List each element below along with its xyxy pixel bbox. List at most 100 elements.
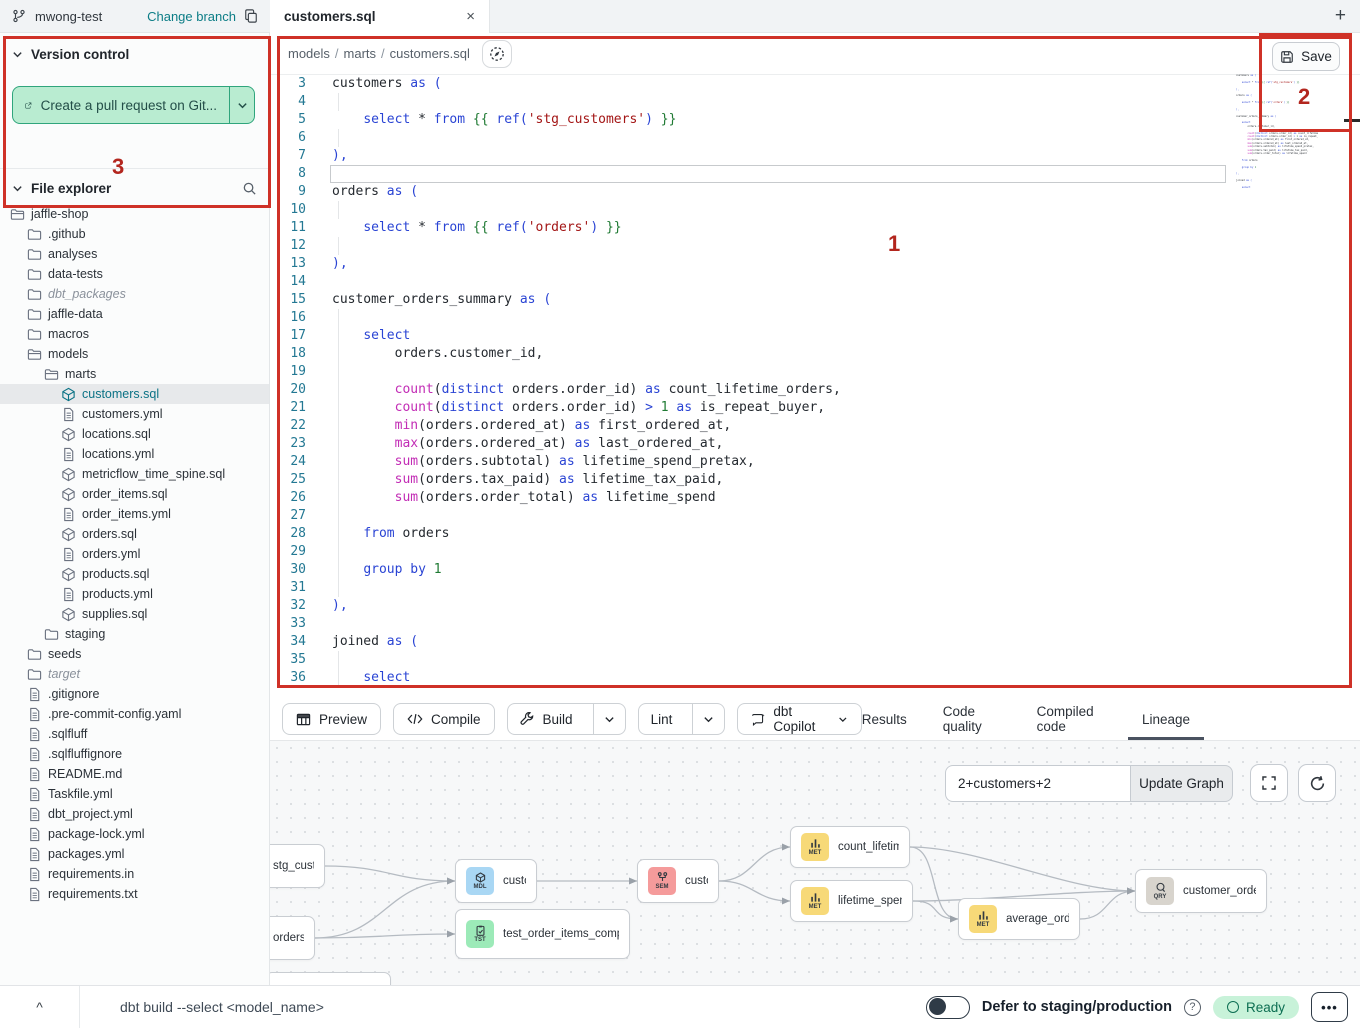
- file-tree-item--gitignore[interactable]: .gitignore: [0, 684, 269, 704]
- file-tree-item-dbt-project-yml[interactable]: dbt_project.yml: [0, 804, 269, 824]
- code-line-30[interactable]: 30 group by 1: [270, 561, 1360, 579]
- lint-dropdown-button[interactable]: [692, 704, 724, 734]
- file-tree-item-marts[interactable]: marts: [0, 364, 269, 384]
- file-tree-item-requirements-txt[interactable]: requirements.txt: [0, 884, 269, 904]
- file-tree-item-products-yml[interactable]: products.yml: [0, 584, 269, 604]
- code-line-4[interactable]: 4: [270, 93, 1360, 111]
- file-tree-item-packages-yml[interactable]: packages.yml: [0, 844, 269, 864]
- code-line-21[interactable]: 21 count(distinct orders.order_id) > 1 a…: [270, 399, 1360, 417]
- file-tree-item-products-sql[interactable]: products.sql: [0, 564, 269, 584]
- expand-command-bar-button[interactable]: ^: [0, 986, 80, 1028]
- file-tree-item-models[interactable]: models: [0, 344, 269, 364]
- search-icon[interactable]: [242, 181, 257, 196]
- file-tree-item-staging[interactable]: staging: [0, 624, 269, 644]
- file-tree-item--github[interactable]: .github: [0, 224, 269, 244]
- code-line-3[interactable]: 3customers as (: [270, 75, 1360, 93]
- code-line-27[interactable]: 27: [270, 507, 1360, 525]
- code-line-19[interactable]: 19: [270, 363, 1360, 381]
- code-line-7[interactable]: 7),: [270, 147, 1360, 165]
- breadcrumb-part[interactable]: models: [288, 46, 330, 61]
- code-line-35[interactable]: 35: [270, 651, 1360, 669]
- tab-customers-sql[interactable]: customers.sql ×: [270, 0, 490, 33]
- code-line-12[interactable]: 12: [270, 237, 1360, 255]
- command-placeholder[interactable]: dbt build --select <model_name>: [80, 999, 324, 1015]
- build-button[interactable]: Build: [508, 704, 585, 734]
- code-line-28[interactable]: 28 from orders: [270, 525, 1360, 543]
- lineage-selector-input[interactable]: [945, 765, 1130, 802]
- preview-button[interactable]: Preview: [282, 703, 381, 735]
- code-line-6[interactable]: 6: [270, 129, 1360, 147]
- file-tree-item-dbt-packages[interactable]: dbt_packages: [0, 284, 269, 304]
- file-tree-item--sqlfluffignore[interactable]: .sqlfluffignore: [0, 744, 269, 764]
- fullscreen-button[interactable]: [1250, 764, 1288, 802]
- file-tree-item-customers-sql[interactable]: customers.sql: [0, 384, 269, 404]
- dbt-copilot-button[interactable]: dbt Copilot: [737, 703, 861, 735]
- file-tree-item--pre-commit-config-yaml[interactable]: .pre-commit-config.yaml: [0, 704, 269, 724]
- file-tree-item-requirements-in[interactable]: requirements.in: [0, 864, 269, 884]
- lineage-node-tst_node[interactable]: TSTtest_order_items_compute_to_bools...: [455, 909, 630, 959]
- pr-dropdown-button[interactable]: [230, 87, 254, 123]
- file-explorer-header[interactable]: File explorer: [0, 169, 269, 204]
- code-line-17[interactable]: 17 select: [270, 327, 1360, 345]
- file-tree-item-customers-yml[interactable]: customers.yml: [0, 404, 269, 424]
- code-line-23[interactable]: 23 max(orders.ordered_at) as last_ordere…: [270, 435, 1360, 453]
- defer-toggle[interactable]: [926, 996, 970, 1019]
- file-tree-item-taskfile-yml[interactable]: Taskfile.yml: [0, 784, 269, 804]
- file-tree-item-order-items-sql[interactable]: order_items.sql: [0, 484, 269, 504]
- lineage-node-orders_src[interactable]: MDLorders: [270, 916, 315, 960]
- more-options-button[interactable]: •••: [1311, 992, 1348, 1022]
- code-editor[interactable]: 3customers as (45 select * from {{ ref('…: [270, 75, 1360, 698]
- version-control-header[interactable]: Version control: [0, 33, 269, 72]
- breadcrumb-part[interactable]: marts: [344, 46, 377, 61]
- code-line-22[interactable]: 22 min(orders.ordered_at) as first_order…: [270, 417, 1360, 435]
- lineage-node-count_lifetime_orders[interactable]: METcount_lifetime_orders: [790, 826, 910, 868]
- new-tab-button[interactable]: +: [1335, 5, 1346, 27]
- file-tree-item--sqlfluff[interactable]: .sqlfluff: [0, 724, 269, 744]
- copy-icon[interactable]: [244, 9, 258, 23]
- code-line-31[interactable]: 31: [270, 579, 1360, 597]
- file-tree-item-macros[interactable]: macros: [0, 324, 269, 344]
- update-graph-button[interactable]: Update Graph: [1130, 765, 1233, 802]
- file-tree-item-readme-md[interactable]: README.md: [0, 764, 269, 784]
- change-branch-link[interactable]: Change branch: [147, 9, 236, 24]
- code-line-24[interactable]: 24 sum(orders.subtotal) as lifetime_spen…: [270, 453, 1360, 471]
- file-tree-item-jaffle-shop[interactable]: jaffle-shop: [0, 204, 269, 224]
- code-line-10[interactable]: 10: [270, 201, 1360, 219]
- code-line-13[interactable]: 13),: [270, 255, 1360, 273]
- file-tree-item-order-items-yml[interactable]: order_items.yml: [0, 504, 269, 524]
- code-line-20[interactable]: 20 count(distinct orders.order_id) as co…: [270, 381, 1360, 399]
- file-tree-item-analyses[interactable]: analyses: [0, 244, 269, 264]
- code-line-11[interactable]: 11 select * from {{ ref('orders') }}: [270, 219, 1360, 237]
- scrollbar-thumb[interactable]: [1344, 119, 1360, 122]
- file-tree-item-orders-yml[interactable]: orders.yml: [0, 544, 269, 564]
- compile-button[interactable]: Compile: [393, 703, 495, 735]
- file-tree-item-jaffle-data[interactable]: jaffle-data: [0, 304, 269, 324]
- code-line-36[interactable]: 36 select: [270, 669, 1360, 687]
- code-line-29[interactable]: 29: [270, 543, 1360, 561]
- file-tree-item-supplies-sql[interactable]: supplies.sql: [0, 604, 269, 624]
- code-line-15[interactable]: 15customer_orders_summary as (: [270, 291, 1360, 309]
- result-tab-compiled-code[interactable]: Compiled code: [1037, 698, 1106, 740]
- code-line-34[interactable]: 34joined as (: [270, 633, 1360, 651]
- code-line-32[interactable]: 32),: [270, 597, 1360, 615]
- compass-button[interactable]: [482, 40, 512, 68]
- code-line-25[interactable]: 25 sum(orders.tax_paid) as lifetime_tax_…: [270, 471, 1360, 489]
- result-tab-results[interactable]: Results: [862, 698, 907, 740]
- lineage-node-customer_order_metrics[interactable]: QRYcustomer_order_metrics: [1135, 869, 1267, 913]
- file-tree-item-seeds[interactable]: seeds: [0, 644, 269, 664]
- file-tree-item-metricflow-time-spine-sql[interactable]: metricflow_time_spine.sql: [0, 464, 269, 484]
- lineage-node-average_order_value[interactable]: METaverage_order_value: [958, 898, 1080, 940]
- lineage-node-partial_node[interactable]: [270, 972, 391, 985]
- editor-minimap[interactable]: customers as ( select * from {{ ref('stg…: [1232, 67, 1318, 199]
- file-tree-item-package-lock-yml[interactable]: package-lock.yml: [0, 824, 269, 844]
- file-tree-item-data-tests[interactable]: data-tests: [0, 264, 269, 284]
- file-tree-item-locations-yml[interactable]: locations.yml: [0, 444, 269, 464]
- file-tree-item-orders-sql[interactable]: orders.sql: [0, 524, 269, 544]
- code-line-26[interactable]: 26 sum(orders.order_total) as lifetime_s…: [270, 489, 1360, 507]
- build-dropdown-button[interactable]: [593, 704, 625, 734]
- file-tree-item-target[interactable]: target: [0, 664, 269, 684]
- lineage-node-stg_customers[interactable]: MDLstg_customers: [270, 844, 325, 888]
- lint-button[interactable]: Lint: [639, 704, 685, 734]
- breadcrumb-part[interactable]: customers.sql: [390, 46, 470, 61]
- code-line-5[interactable]: 5 select * from {{ ref('stg_customers') …: [270, 111, 1360, 129]
